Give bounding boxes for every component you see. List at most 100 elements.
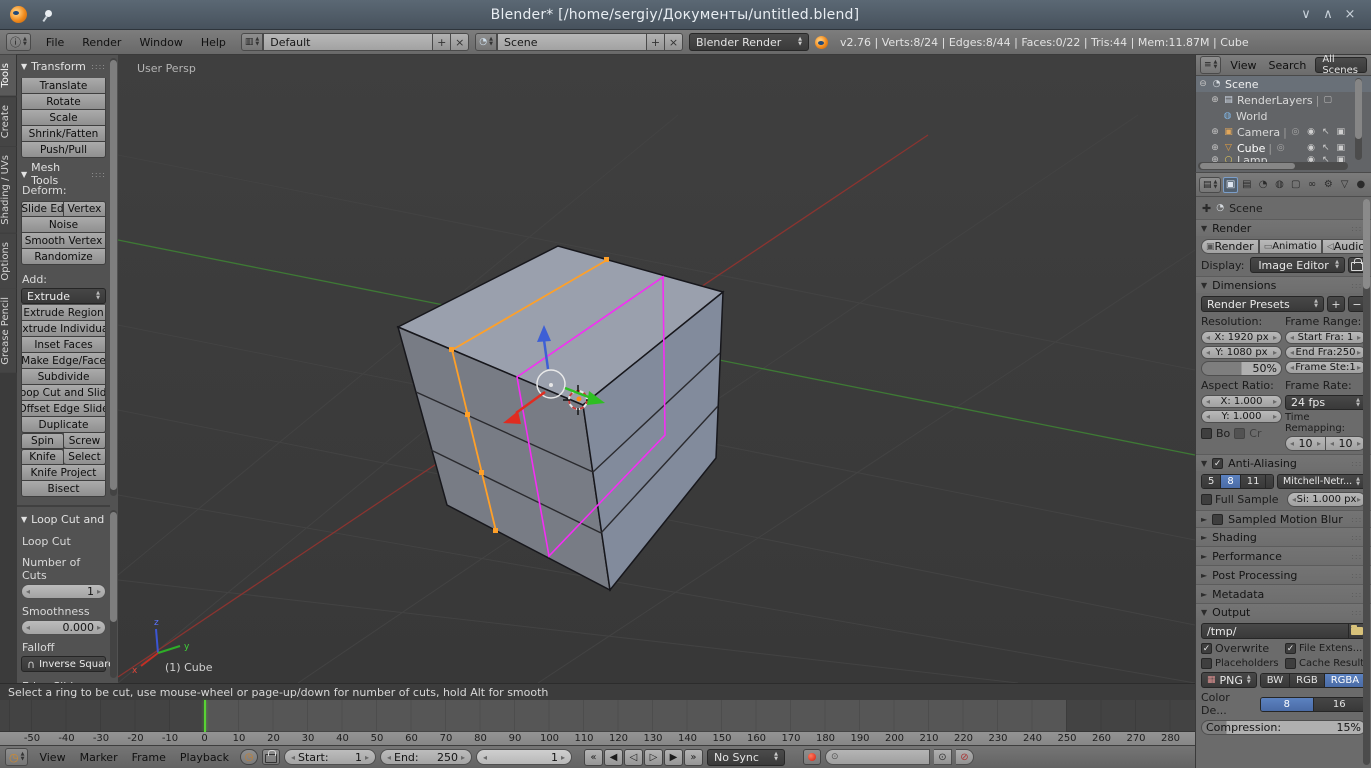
- tool-button-knife[interactable]: Knife: [21, 449, 64, 465]
- motion-blur-checkbox[interactable]: [1212, 514, 1223, 525]
- sync-mode-select[interactable]: No Sync ▲▼: [707, 749, 785, 766]
- render-restrict-icon[interactable]: ▣: [1336, 127, 1345, 137]
- render-presets-select[interactable]: Render Presets ▲▼: [1201, 296, 1324, 312]
- editor-type-selector[interactable]: ⓘ ▲▼: [6, 33, 31, 51]
- outliner-hscrollbar[interactable]: [1198, 162, 1348, 170]
- tab-render[interactable]: ▣: [1223, 177, 1237, 193]
- tab-constraints[interactable]: ∞: [1305, 177, 1319, 193]
- channels-rgba[interactable]: RGBA: [1325, 674, 1365, 687]
- jump-to-start-button[interactable]: «: [584, 749, 603, 766]
- operator-panel-header[interactable]: ▼ Loop Cut and Slide: [21, 511, 106, 527]
- menu-item[interactable]: File: [37, 36, 73, 49]
- play-reverse-button[interactable]: ◁: [624, 749, 643, 766]
- tab-material[interactable]: ●: [1354, 177, 1368, 193]
- cache-result-checkbox[interactable]: [1285, 658, 1296, 669]
- auto-keyframe-button[interactable]: [803, 749, 821, 765]
- tool-button-noise[interactable]: Noise: [21, 217, 106, 233]
- tool-button[interactable]: Duplicate: [21, 417, 106, 433]
- outliner-menu-search[interactable]: Search: [1266, 59, 1310, 72]
- menu-item[interactable]: Window: [130, 36, 191, 49]
- tool-button-select[interactable]: Select: [64, 449, 106, 465]
- current-frame-line[interactable]: [204, 700, 206, 732]
- properties-scrollbar[interactable]: [1363, 199, 1370, 765]
- tool-button[interactable]: Shrink/Fatten: [21, 126, 106, 142]
- tool-button[interactable]: Rotate: [21, 94, 106, 110]
- render-engine-select[interactable]: Blender Render ▲▼: [689, 33, 809, 51]
- panel-drag-handle[interactable]: ::::: [91, 170, 106, 179]
- keying-set-field[interactable]: ⊙: [825, 749, 930, 765]
- screen-layout-field[interactable]: Default: [263, 33, 433, 51]
- outliner-filter-select[interactable]: All Scenes: [1315, 57, 1367, 73]
- collapsed-section-header[interactable]: ► Shading ::::: [1196, 527, 1371, 546]
- collapsed-section-header[interactable]: ► Performance ::::: [1196, 546, 1371, 565]
- delete-scene-button[interactable]: ×: [665, 33, 683, 51]
- tool-button[interactable]: Extrude Region: [21, 305, 106, 321]
- collapsed-section-header[interactable]: ► Post Processing ::::: [1196, 565, 1371, 584]
- tab-object[interactable]: ▢: [1289, 177, 1303, 193]
- panel-drag-handle[interactable]: ::::: [91, 62, 106, 71]
- overwrite-checkbox[interactable]: ✓: [1201, 643, 1212, 654]
- tool-shelf-scrollbar[interactable]: [110, 58, 117, 496]
- end-frame-field[interactable]: ◂End Fra:250▸: [1285, 346, 1366, 359]
- outliner-vscrollbar[interactable]: [1355, 78, 1362, 160]
- tool-button-spin[interactable]: Spin: [21, 433, 64, 449]
- tool-button[interactable]: Scale: [21, 110, 106, 126]
- expander-icon[interactable]: ⊖: [1198, 79, 1208, 89]
- expander-icon[interactable]: ⊕: [1210, 143, 1220, 153]
- add-layout-button[interactable]: +: [433, 33, 451, 51]
- tool-button[interactable]: Offset Edge Slide: [21, 401, 106, 417]
- tool-button-knife-project[interactable]: Knife Project: [21, 465, 106, 481]
- add-scene-button[interactable]: +: [647, 33, 665, 51]
- outliner-editor-selector[interactable]: ≡ ▲▼: [1200, 56, 1221, 74]
- tab-scene[interactable]: ◔: [1256, 177, 1270, 193]
- menu-item[interactable]: View: [32, 751, 72, 764]
- end-frame-field[interactable]: ◂ End: 250 ▸: [380, 749, 472, 765]
- aa-samples-16[interactable]: 16: [1266, 475, 1274, 488]
- viewport-canvas[interactable]: z y x: [118, 55, 1195, 683]
- tool-button-randomize[interactable]: Randomize: [21, 249, 106, 265]
- tool-button-bisect[interactable]: Bisect: [21, 481, 106, 497]
- remap-old-field[interactable]: ◂10▸: [1285, 436, 1326, 451]
- tab-tools[interactable]: Tools: [0, 55, 17, 96]
- scene-field[interactable]: Scene: [497, 33, 647, 51]
- lock-time-button[interactable]: [262, 749, 280, 765]
- placeholders-checkbox[interactable]: [1201, 658, 1212, 669]
- outliner-row-camera[interactable]: ⊕ ▣ Camera |◎ ◉ ↖ ▣: [1196, 124, 1371, 140]
- render-animation-button[interactable]: ▭Animatio: [1259, 239, 1322, 254]
- channels-bw[interactable]: BW: [1261, 674, 1290, 687]
- start-frame-field[interactable]: ◂Start Fra: 1▸: [1285, 331, 1366, 344]
- expander-icon[interactable]: ⊕: [1210, 95, 1220, 105]
- viewport-3d[interactable]: z y x User Persp (1) Cube: [118, 55, 1195, 683]
- transform-panel-header[interactable]: ▼ Transform ::::: [21, 58, 106, 74]
- menu-item[interactable]: Marker: [73, 751, 125, 764]
- antialiasing-section-header[interactable]: ▼ ✓ Anti-Aliasing ::::: [1196, 454, 1371, 471]
- output-section-header[interactable]: ▼ Output ::::: [1196, 603, 1371, 620]
- channels-rgb[interactable]: RGB: [1290, 674, 1325, 687]
- full-sample-checkbox[interactable]: [1201, 494, 1212, 505]
- window-maximize-button[interactable]: ∧: [1317, 7, 1339, 22]
- window-close-button[interactable]: ×: [1339, 7, 1361, 22]
- tool-button[interactable]: Extrude Individual: [21, 321, 106, 337]
- tab-shading-uvs[interactable]: Shading / UVs: [0, 147, 17, 233]
- tab-options[interactable]: Options: [0, 234, 17, 289]
- dimensions-section-header[interactable]: ▼ Dimensions ::::: [1196, 276, 1371, 293]
- tool-button[interactable]: Subdivide: [21, 369, 106, 385]
- tool-button[interactable]: Inset Faces: [21, 337, 106, 353]
- falloff-select[interactable]: ∩ Inverse Square ▲▼: [21, 656, 106, 672]
- border-checkbox[interactable]: [1201, 428, 1212, 439]
- pin-icon[interactable]: ✚: [1202, 202, 1211, 215]
- depth-16[interactable]: 16: [1314, 698, 1366, 711]
- aspect-x-field[interactable]: ◂X: 1.000▸: [1201, 395, 1282, 408]
- resolution-x-field[interactable]: ◂X: 1920 px▸: [1201, 331, 1282, 344]
- outliner-row-world[interactable]: ◍ World: [1196, 108, 1371, 124]
- aa-samples-5[interactable]: 5: [1202, 475, 1221, 488]
- pin-icon[interactable]: [43, 9, 55, 21]
- delete-keyframe-button[interactable]: ⊘: [956, 749, 974, 765]
- operator-panel-scrollbar[interactable]: [110, 510, 117, 678]
- cube-mesh[interactable]: [398, 246, 723, 590]
- hide-icon[interactable]: ◉: [1307, 143, 1315, 153]
- depth-8[interactable]: 8: [1261, 698, 1314, 711]
- time-display-toggle[interactable]: ◷: [240, 749, 258, 765]
- compression-slider[interactable]: Compression: 15%: [1201, 720, 1366, 735]
- outliner-row-scene[interactable]: ⊖ ◔ Scene: [1196, 76, 1371, 92]
